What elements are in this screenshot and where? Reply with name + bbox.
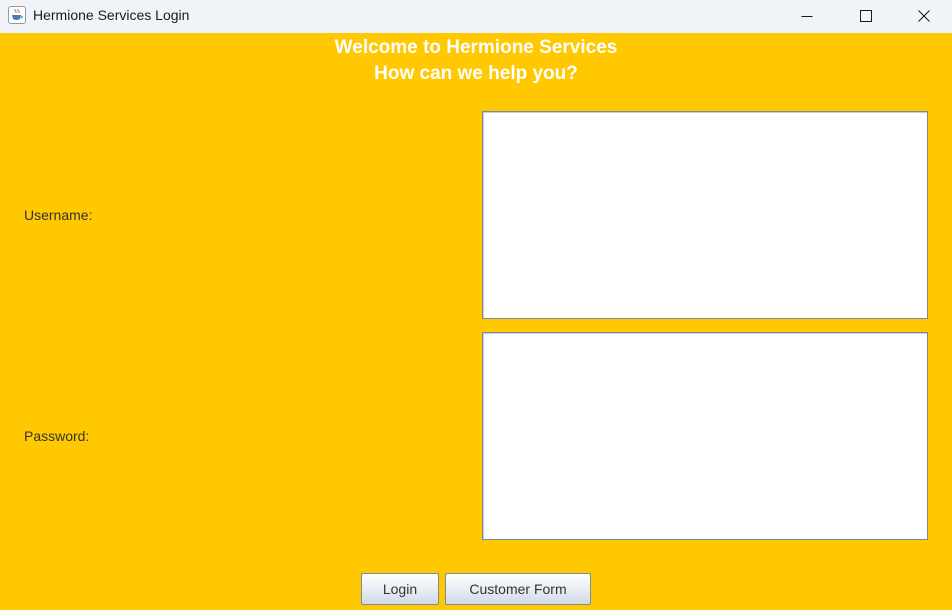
- java-cup-icon: [8, 6, 26, 24]
- welcome-heading: Welcome to Hermione Services: [334, 37, 618, 58]
- login-window: Hermione Services Login Welcome to Hermi…: [0, 0, 952, 610]
- help-subheading: How can we help you?: [374, 63, 578, 84]
- password-label: Password:: [24, 428, 90, 444]
- close-button[interactable]: [895, 0, 952, 33]
- minimize-icon: [801, 16, 813, 17]
- login-button[interactable]: Login: [361, 573, 439, 605]
- maximize-button[interactable]: [837, 0, 895, 33]
- title-bar[interactable]: Hermione Services Login: [0, 0, 952, 33]
- password-field[interactable]: [482, 332, 928, 540]
- close-icon: [918, 10, 930, 22]
- maximize-icon: [860, 10, 872, 22]
- username-field[interactable]: [482, 111, 928, 319]
- username-label: Username:: [24, 207, 93, 223]
- minimize-button[interactable]: [778, 0, 836, 33]
- customer-form-button[interactable]: Customer Form: [445, 573, 591, 605]
- window-title: Hermione Services Login: [33, 7, 190, 23]
